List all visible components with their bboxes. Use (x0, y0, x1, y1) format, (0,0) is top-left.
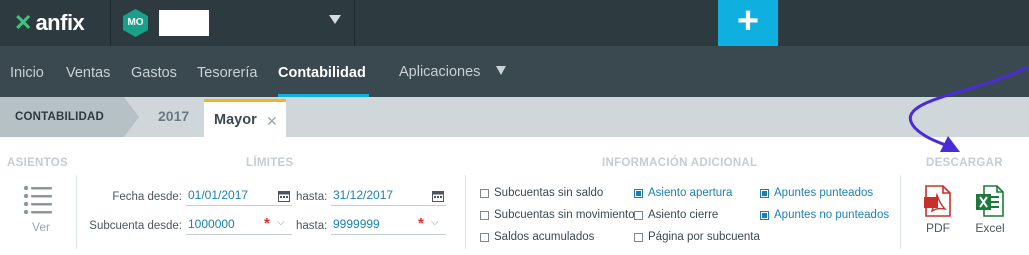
checkbox-saldos-acumulados[interactable]: Saldos acumulados (480, 231, 594, 243)
logo-text: anfix (35, 10, 85, 35)
checkbox-box[interactable] (760, 210, 769, 220)
calendar-icon[interactable] (278, 190, 290, 202)
checkbox-subcuentas-sin-saldo[interactable]: Subcuentas sin saldo (480, 187, 603, 199)
descargar-title: DESCARGAR (926, 157, 1003, 169)
nav-item-inicio[interactable]: Inicio (10, 65, 44, 81)
nav-item-contabilidad[interactable]: Contabilidad (278, 65, 366, 81)
aplicaciones-dropdown-icon[interactable] (496, 66, 506, 75)
list-icon[interactable] (22, 183, 54, 215)
fecha-desde-label: Fecha desde: (112, 191, 182, 203)
divider (110, 0, 111, 46)
required-mark: * (418, 215, 424, 232)
excel-label: Excel (975, 221, 1005, 235)
checkbox-label: Subcuentas sin saldo (494, 187, 604, 199)
divider (900, 175, 901, 249)
calendar-icon[interactable] (432, 190, 444, 202)
checkbox-box[interactable] (760, 188, 769, 198)
divider (465, 175, 466, 249)
pdf-label: PDF (926, 221, 950, 235)
company-name (159, 10, 209, 36)
checkbox-label: Apuntes no punteados (774, 209, 890, 221)
checkbox-box[interactable] (634, 210, 643, 220)
chevron-down-icon[interactable]: ⌵ (431, 217, 439, 228)
checkbox-box[interactable] (634, 188, 643, 198)
info-adicional-title: INFORMACIÓN ADICIONAL (602, 157, 758, 169)
required-mark: * (264, 215, 270, 232)
subcuenta-desde-label: Subcuenta desde: (89, 220, 182, 232)
fecha-hasta-input[interactable]: 31/12/2017 (331, 187, 446, 206)
divider (354, 0, 355, 46)
top-bar: ✕ anfix MO + (0, 0, 1029, 46)
ver-button[interactable]: Ver (32, 220, 50, 234)
logo-x-icon: ✕ (14, 10, 33, 35)
add-button[interactable]: + (718, 0, 778, 46)
checkbox-label: Asiento cierre (648, 209, 719, 221)
anfix-logo[interactable]: ✕ anfix (14, 10, 85, 35)
checkbox-asiento-apertura[interactable]: Asiento apertura (634, 187, 732, 199)
fecha-hasta-label: hasta: (296, 191, 328, 203)
pdf-icon (924, 185, 951, 217)
close-icon[interactable]: ✕ (266, 113, 278, 130)
limites-title: LÍMITES (246, 157, 294, 169)
tab-mayor-label: Mayor (214, 112, 257, 128)
checkbox-box[interactable] (480, 232, 489, 242)
checkbox-label: Página por subcuenta (648, 231, 760, 243)
breadcrumb-label: CONTABILIDAD (15, 111, 105, 123)
nav-item-ventas[interactable]: Ventas (66, 65, 110, 81)
fecha-desde-input[interactable]: 01/01/2017 (186, 187, 292, 206)
checkbox-box[interactable] (634, 232, 643, 242)
breadcrumb-arrow (124, 97, 139, 137)
subcuenta-hasta-label: hasta: (296, 220, 328, 232)
main-nav: Inicio Ventas Gastos Tesorería Contabili… (0, 46, 1029, 97)
checkbox-box[interactable] (480, 210, 489, 220)
pdf-download-button[interactable]: PDF (920, 185, 956, 235)
checkbox-subcuentas-sin-movimiento[interactable]: Subcuentas sin movimiento (480, 209, 635, 221)
checkbox-apuntes-punteados[interactable]: Apuntes punteados (760, 187, 873, 199)
nav-item-aplicaciones[interactable]: Aplicaciones (399, 64, 480, 80)
asientos-title: ASIENTOS (7, 157, 68, 169)
company-avatar[interactable]: MO (123, 9, 148, 37)
checkbox-pagina-por-subcuenta[interactable]: Página por subcuenta (634, 231, 760, 243)
divider (76, 175, 77, 249)
breadcrumb[interactable]: CONTABILIDAD (0, 97, 124, 137)
nav-item-tesoreria[interactable]: Tesorería (197, 65, 257, 81)
tab-year[interactable]: 2017 (158, 108, 189, 124)
excel-icon (976, 185, 1004, 217)
company-dropdown-icon[interactable] (329, 15, 341, 24)
checkbox-asiento-cierre[interactable]: Asiento cierre (634, 209, 718, 221)
excel-download-button[interactable]: Excel (972, 185, 1008, 235)
tab-bar: CONTABILIDAD 2017 Mayor ✕ (0, 97, 1029, 137)
checkbox-box[interactable] (480, 188, 489, 198)
checkbox-label: Asiento apertura (648, 187, 733, 199)
checkbox-label: Saldos acumulados (494, 231, 595, 243)
nav-item-gastos[interactable]: Gastos (131, 65, 177, 81)
checkbox-label: Subcuentas sin movimiento (494, 209, 635, 221)
subcuenta-hasta-input[interactable]: 9999999 (331, 216, 446, 235)
checkbox-apuntes-no-punteados[interactable]: Apuntes no punteados (760, 209, 889, 221)
chevron-down-icon[interactable]: ⌵ (277, 217, 285, 228)
company-initials: MO (127, 17, 144, 28)
filter-panel: ASIENTOS Ver LÍMITES Fecha desde: 01/01/… (0, 137, 1029, 255)
checkbox-label: Apuntes punteados (774, 187, 874, 199)
tab-mayor[interactable]: Mayor ✕ (204, 99, 286, 137)
